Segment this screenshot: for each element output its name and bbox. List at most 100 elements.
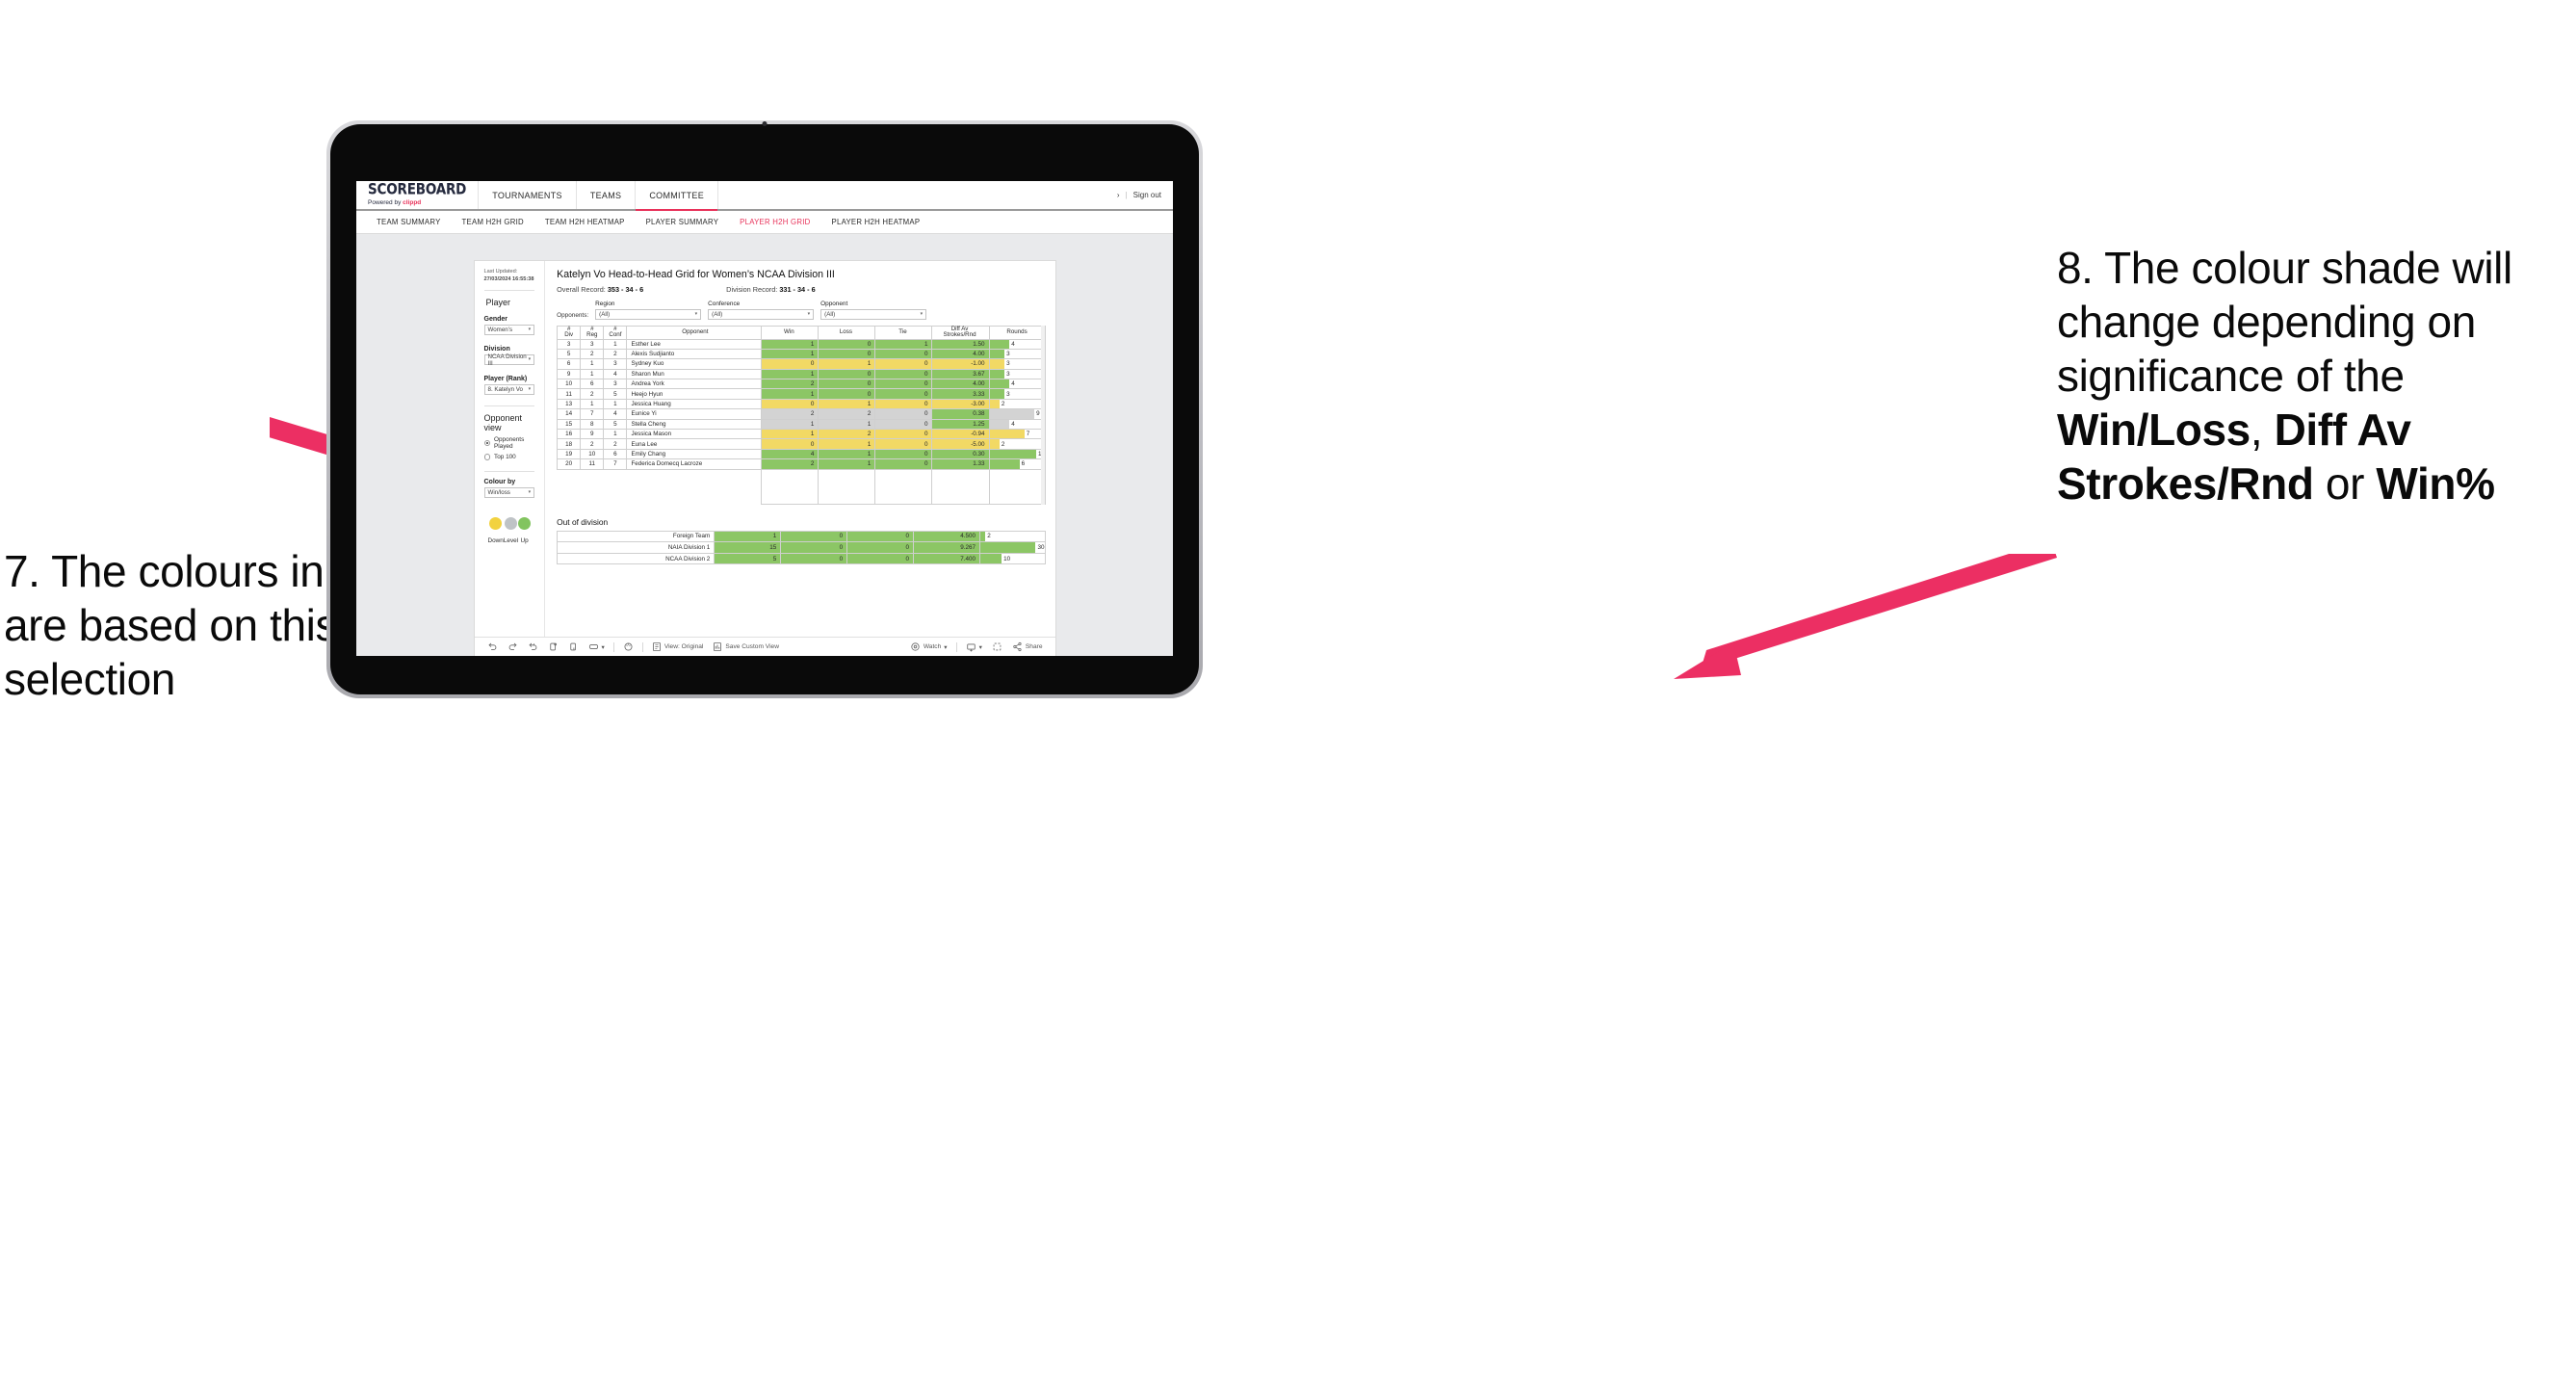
cell-win[interactable]: 1 [761,418,820,431]
col-loss[interactable]: Loss [818,325,876,340]
cell-rounds[interactable]: 3 [988,388,1046,400]
col-win[interactable]: Win [761,325,820,340]
cell-conf[interactable]: 2 [603,438,628,450]
cell-diff-av[interactable]: 9.267 [913,541,980,554]
cell-win[interactable]: 0 [761,398,820,410]
cell-tie[interactable]: 0 [874,418,933,431]
cell-opponent[interactable]: Stella Cheng [626,418,763,431]
cell-rounds[interactable]: 4 [988,338,1046,350]
col-opponent[interactable]: Opponent [626,325,763,340]
cell-reg[interactable]: 11 [580,458,605,470]
cell-opponent[interactable]: Eunice Yi [626,408,763,420]
cell-win[interactable]: 4 [761,448,820,460]
cell-div[interactable]: 13 [557,398,582,410]
cell-diff-av[interactable]: 4.00 [931,379,990,390]
cell-loss[interactable]: 2 [818,428,876,440]
table-row[interactable]: 19106Emily Chang4100.3011 [557,448,1046,460]
table-row[interactable]: 11 2 5 Heejo Hyun 1 0 0 3.33 3 [557,388,1046,400]
subnav-item-player-h2h-grid[interactable]: PLAYER H2H GRID [729,218,820,226]
cell-reg[interactable]: 9 [580,428,605,440]
cell-opponent[interactable]: Jessica Huang [626,398,763,410]
cell-div[interactable]: 16 [557,428,582,440]
cell-reg[interactable]: 2 [580,438,605,450]
cell-conf[interactable]: 1 [603,338,628,350]
cell-conf[interactable]: 7 [603,458,628,470]
cell-opponent[interactable]: Heejo Hyun [626,388,763,400]
cell-win[interactable]: 5 [714,552,782,565]
cell-diff-av[interactable]: -3.00 [931,398,990,410]
cell-win[interactable]: 1 [761,338,820,350]
cell-rounds[interactable]: 2 [988,398,1046,410]
cell-reg[interactable]: 8 [580,418,605,431]
col-div[interactable]: # Div [557,325,582,340]
cell-reg[interactable]: 10 [580,448,605,460]
table-row[interactable]: 13 1 1 Jessica Huang 0 1 0 -3.00 2 [557,398,1046,410]
cell-opponent[interactable]: Euna Lee [626,438,763,450]
cell-conf[interactable]: 2 [603,348,628,360]
cell-loss[interactable]: 0 [818,368,876,380]
cell-win[interactable]: 0 [761,358,820,370]
cell-reg[interactable]: 1 [580,368,605,380]
cell-rounds[interactable]: 3 [988,358,1046,370]
table-row[interactable]: 10 6 3 Andrea York 2 0 0 4.00 4 [557,379,1046,390]
cell-conf[interactable]: 4 [603,368,628,380]
cell-diff-av[interactable]: -1.00 [931,358,990,370]
cell-rounds[interactable]: 4 [988,418,1046,431]
brand-logo[interactable]: SCOREBOARD Powered by clippd [356,181,480,209]
table-row[interactable]: 18 2 2 Euna Lee 0 1 0 -5.00 2 [557,438,1046,450]
cell-win[interactable]: 2 [761,379,820,390]
watch-button[interactable]: Watch ▾ [905,641,952,652]
cell-conf[interactable]: 6 [603,448,628,460]
cell-conf[interactable]: 5 [603,388,628,400]
radio-top-100[interactable]: Top 100 [483,454,535,460]
cell-loss[interactable]: 0 [780,530,848,543]
cell-tie[interactable]: 0 [874,408,933,420]
nav-item-tournaments[interactable]: TOURNAMENTS [479,181,577,209]
cell-opponent[interactable]: Alexis Sudjianto [626,348,763,360]
cell-opponent[interactable]: Federica Domecq Lacroze [626,458,763,470]
cell-diff-av[interactable]: 3.67 [931,368,990,380]
cell-tie[interactable]: 0 [874,398,933,410]
cell-tie[interactable]: 0 [874,358,933,370]
cell-win[interactable]: 1 [761,348,820,360]
cell-tie[interactable]: 0 [874,458,933,470]
cell-div[interactable]: 5 [557,348,582,360]
filter-opponent-select[interactable]: (All) ▾ [820,308,927,320]
cell-diff-av[interactable]: 4.00 [931,348,990,360]
cell-win[interactable]: 0 [761,438,820,450]
download-button[interactable]: ▾ [961,642,987,652]
cell-tie[interactable]: 0 [874,388,933,400]
cell-loss[interactable]: 1 [818,398,876,410]
cell-tie[interactable]: 0 [846,541,915,554]
cell-div[interactable]: 20 [557,458,582,470]
filter-region-select[interactable]: (All) ▾ [595,308,702,320]
cell-diff-av[interactable]: -5.00 [931,438,990,450]
cell-rounds[interactable]: 3 [988,368,1046,380]
cell-reg[interactable]: 7 [580,408,605,420]
cell-ood-name[interactable]: NCAA Division 2 [557,552,716,565]
cell-loss[interactable]: 1 [818,448,876,460]
cell-div[interactable]: 14 [557,408,582,420]
table-row[interactable]: 14 7 4 Eunice Yi 2 2 0 0.38 9 [557,408,1046,420]
cell-loss[interactable]: 1 [818,458,876,470]
cell-div[interactable]: 10 [557,379,582,390]
cell-div[interactable]: 11 [557,388,582,400]
table-row[interactable]: 16 9 1 Jessica Mason 1 2 0 -0.94 7 [557,428,1046,440]
table-row[interactable]: 3 3 1 Esther Lee 1 0 1 1.50 4 [557,338,1046,350]
cell-diff-av[interactable]: 4.500 [913,530,980,543]
nav-item-teams[interactable]: TEAMS [577,181,637,209]
filter-conference-select[interactable]: (All) ▾ [708,308,815,320]
cell-win[interactable]: 1 [761,368,820,380]
nav-item-committee[interactable]: COMMITTEE [636,181,719,211]
cell-div[interactable]: 9 [557,368,582,380]
cell-reg[interactable]: 6 [580,379,605,390]
sign-out-link[interactable]: Sign out [1133,191,1161,199]
pause-updates-button[interactable] [563,641,584,652]
table-row[interactable]: NAIA Division 1 15 0 0 9.267 30 [557,541,1046,554]
cell-opponent[interactable]: Sydney Kuo [626,358,763,370]
revert-button[interactable] [523,641,543,652]
save-custom-view-button[interactable]: Save Custom View [708,641,784,652]
cell-conf[interactable]: 3 [603,358,628,370]
cell-rounds[interactable]: 11 [988,448,1046,460]
cell-diff-av[interactable]: -0.94 [931,428,990,440]
